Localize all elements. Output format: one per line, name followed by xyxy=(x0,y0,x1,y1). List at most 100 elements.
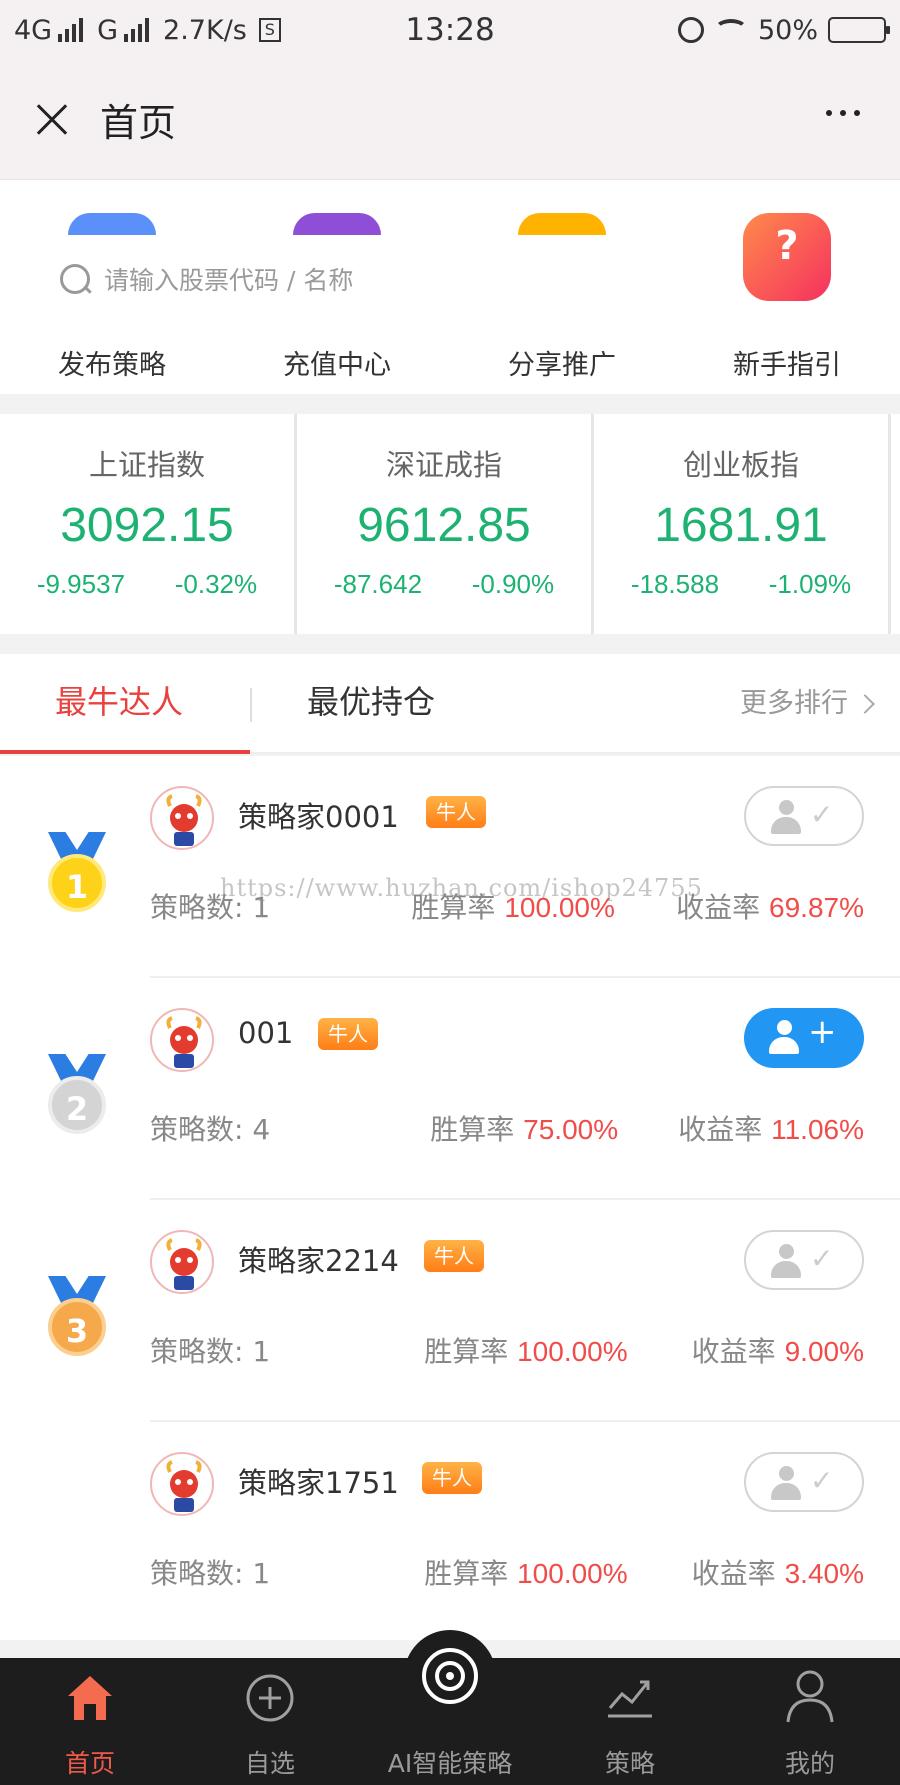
quick-item-share[interactable]: 分享推广 xyxy=(462,213,662,381)
status-badge: 牛人 xyxy=(318,1018,378,1050)
strategy-count: 策略数: 1 xyxy=(150,891,271,924)
network-4g-label: 4G xyxy=(14,14,53,46)
network-g-label: G xyxy=(97,14,119,46)
status-badge: 牛人 xyxy=(424,1240,484,1272)
search-placeholder: 请输入股票代码 / 名称 xyxy=(104,266,354,295)
index-change: -9.9537 -0.32% xyxy=(0,569,294,600)
index-change-percent: -1.09% xyxy=(768,569,852,599)
check-icon: ✓ xyxy=(810,798,834,831)
status-badge: 牛人 xyxy=(426,796,486,828)
share-icon xyxy=(518,213,606,235)
index-change: -87.642 -0.90% xyxy=(297,569,591,600)
check-icon: ✓ xyxy=(810,1242,834,1275)
medal-rank: 1 xyxy=(48,854,106,912)
user-stats: 策略数: 4 胜算率 75.00% 收益率 11.06% xyxy=(150,1108,864,1148)
battery-icon xyxy=(828,17,890,43)
bronze-medal-icon: 3 xyxy=(42,1276,112,1366)
nav-bar: 首页 xyxy=(0,60,900,180)
user-name: 001 xyxy=(238,1016,294,1050)
list-item[interactable]: 2 001 牛人 + 策略数: 4 胜算率 75.00% 收益率 11.06% xyxy=(0,978,900,1200)
quick-item-guide[interactable]: ? 新手指引 xyxy=(687,213,887,381)
medal-rank: 3 xyxy=(48,1298,106,1356)
nav-item-profile[interactable]: 我的 xyxy=(720,1658,900,1785)
tab-top-experts[interactable]: 最牛达人 xyxy=(55,654,183,754)
status-left: 4G G 2.7K/s S xyxy=(14,15,678,46)
strategy-count: 策略数: 1 xyxy=(150,1335,271,1368)
wifi-icon xyxy=(713,19,748,41)
follow-button[interactable]: ✓ xyxy=(744,786,864,846)
tab-divider xyxy=(250,688,252,722)
win-rate: 胜算率 100.00% xyxy=(424,1335,628,1368)
home-icon xyxy=(68,1676,112,1720)
publish-icon xyxy=(68,213,156,235)
index-card-sz[interactable]: 深证成指 9612.85 -87.642 -0.90% xyxy=(297,414,594,634)
nav-label: AI智能策略 xyxy=(387,1749,513,1778)
nav-item-strategy[interactable]: 策略 xyxy=(540,1658,720,1785)
index-name: 创业板指 xyxy=(682,448,799,482)
ai-strategy-button[interactable] xyxy=(404,1630,496,1722)
chart-icon xyxy=(608,1680,652,1718)
index-value: 1681.91 xyxy=(654,499,828,552)
nav-item-watchlist[interactable]: 自选 xyxy=(180,1658,360,1785)
list-item[interactable]: 1 策略家0001 牛人 ✓ https://www.huzhan.com/is… xyxy=(0,756,900,978)
nav-label: 自选 xyxy=(244,1749,295,1778)
index-value: 9612.85 xyxy=(357,499,531,552)
avatar[interactable] xyxy=(150,1008,214,1072)
yield-rate: 收益率 11.06% xyxy=(678,1113,864,1146)
active-tab-indicator xyxy=(0,750,250,754)
nav-item-home[interactable]: 首页 xyxy=(0,1658,180,1785)
app-page: 4G G 2.7K/s S 13:28 50% 首页 发布策略 充值中心 分享推… xyxy=(0,0,900,1785)
plus-circle-icon xyxy=(246,1674,294,1722)
ranking-list: 1 策略家0001 牛人 ✓ https://www.huzhan.com/is… xyxy=(0,756,900,1640)
medal-rank: 2 xyxy=(48,1076,106,1134)
tab-best-holdings[interactable]: 最优持仓 xyxy=(307,654,435,754)
recharge-icon xyxy=(293,213,381,235)
index-card-sh[interactable]: 上证指数 3092.15 -9.9537 -0.32% xyxy=(0,414,297,634)
avatar[interactable] xyxy=(150,1452,214,1516)
index-change-points: -18.588 xyxy=(630,569,720,599)
user-icon xyxy=(770,1244,802,1280)
status-bar: 4G G 2.7K/s S 13:28 50% xyxy=(0,0,900,60)
close-button[interactable] xyxy=(0,60,100,180)
strategy-count: 策略数: 1 xyxy=(150,1557,271,1590)
status-right: 50% xyxy=(677,15,890,46)
follow-button[interactable]: ✓ xyxy=(744,1230,864,1290)
avatar[interactable] xyxy=(150,786,214,850)
more-ranking-link[interactable]: 更多排行 xyxy=(740,654,875,754)
quick-item-label: 分享推广 xyxy=(508,350,616,381)
list-item[interactable]: 3 策略家2214 牛人 ✓ 策略数: 1 胜算率 100.00% 收益率 9.… xyxy=(0,1200,900,1422)
user-icon xyxy=(768,1020,800,1056)
page-title: 首页 xyxy=(100,101,177,145)
follow-button[interactable]: ✓ xyxy=(744,1452,864,1512)
index-value: 3092.15 xyxy=(60,499,234,552)
index-change-points: -9.9537 xyxy=(36,569,126,599)
avatar[interactable] xyxy=(150,1230,214,1294)
market-indices: 上证指数 3092.15 -9.9537 -0.32% 深证成指 9612.85… xyxy=(0,414,900,634)
network-speed: 2.7K/s xyxy=(163,14,247,46)
follow-button[interactable]: + xyxy=(744,1008,864,1068)
check-icon: ✓ xyxy=(810,1464,834,1497)
quick-item-label: 发布策略 xyxy=(58,350,166,381)
nav-label: 策略 xyxy=(604,1749,655,1778)
alarm-icon xyxy=(677,17,704,43)
ranking-tabs: 最牛达人 最优持仓 更多排行 xyxy=(0,654,900,754)
quick-item-publish[interactable]: 发布策略 xyxy=(12,213,212,381)
index-name: 上证指数 xyxy=(88,448,205,482)
index-change-points: -87.642 xyxy=(333,569,423,599)
win-rate: 胜算率 100.00% xyxy=(411,891,615,924)
quick-item-recharge[interactable]: 充值中心 xyxy=(237,213,437,381)
index-card-cy[interactable]: 创业板指 1681.91 -18.588 -1.09% xyxy=(594,414,891,634)
list-item[interactable]: 策略家1751 牛人 ✓ 策略数: 1 胜算率 100.00% 收益率 3.40… xyxy=(0,1422,900,1640)
search-input[interactable]: 请输入股票代码 / 名称 xyxy=(58,256,488,302)
signal-icon xyxy=(58,18,84,42)
yield-rate: 收益率 9.00% xyxy=(691,1335,864,1368)
silver-medal-icon: 2 xyxy=(42,1054,112,1144)
more-options-button[interactable] xyxy=(826,110,860,116)
user-name: 策略家0001 xyxy=(238,800,399,834)
plus-icon: + xyxy=(808,1012,837,1052)
user-stats: 策略数: 1 胜算率 100.00% 收益率 9.00% xyxy=(150,1330,864,1370)
more-ranking-label: 更多排行 xyxy=(740,688,848,719)
guide-icon: ? xyxy=(743,213,831,301)
user-stats: 策略数: 1 胜算率 100.00% 收益率 69.87% xyxy=(150,886,864,926)
win-rate: 胜算率 100.00% xyxy=(424,1557,628,1590)
